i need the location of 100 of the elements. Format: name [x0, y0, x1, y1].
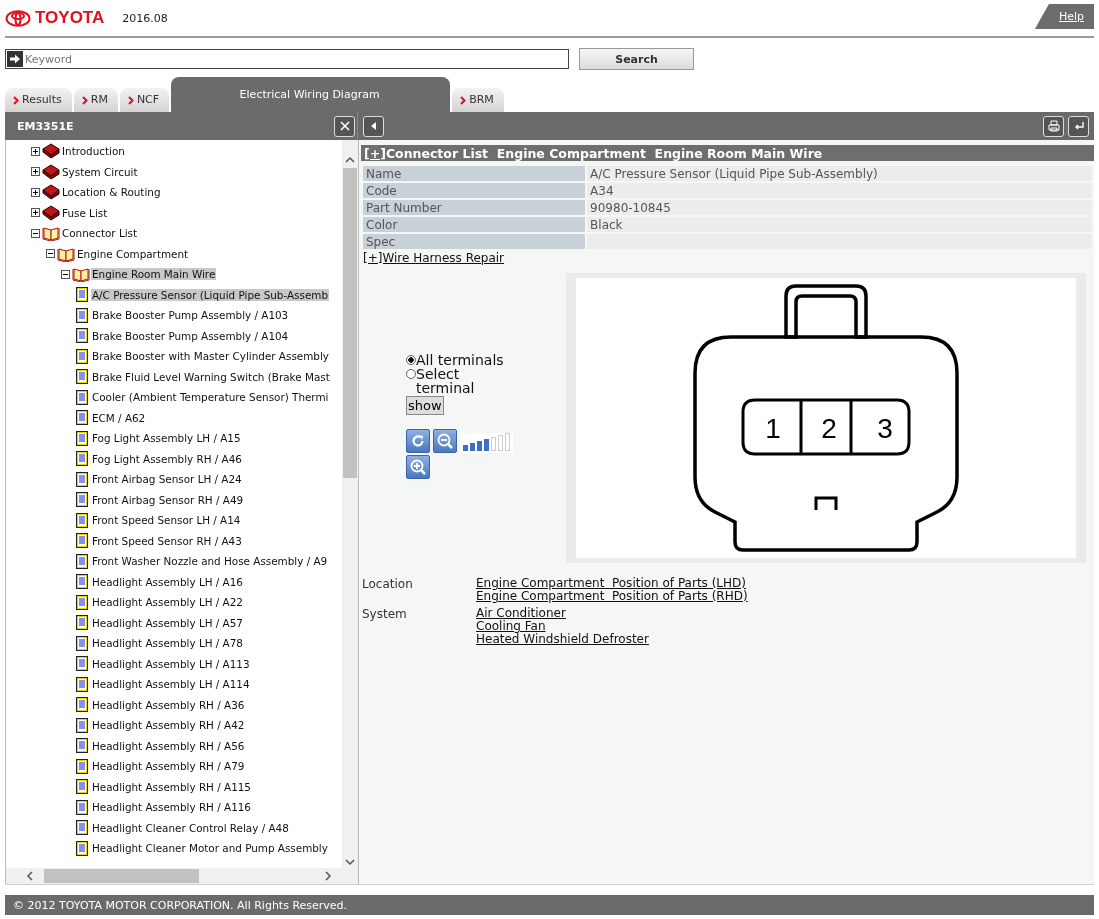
arrow-icon — [7, 51, 23, 67]
document-icon — [76, 533, 88, 549]
zoom-out-icon — [436, 432, 454, 450]
tab[interactable]: BRM — [452, 88, 504, 112]
tree-item[interactable]: Brake Booster Pump Assembly / A103 — [91, 309, 290, 322]
tree-item[interactable]: Headlight Assembly LH / A114 — [91, 678, 251, 691]
tree-item[interactable]: Headlight Cleaner Control Relay / A48 — [91, 821, 290, 834]
terminal-radio[interactable]: All terminals — [406, 353, 516, 367]
tree-item[interactable]: Fog Light Assembly RH / A46 — [91, 452, 243, 465]
tree-item[interactable]: Introduction — [61, 145, 126, 158]
tree-item[interactable]: Headlight Cleaner Motor and Pump Assembly — [91, 842, 329, 855]
tab[interactable]: RM — [73, 88, 118, 112]
expand-toggle-icon[interactable] — [46, 249, 57, 259]
tree-item[interactable]: Headlight Assembly LH / A22 — [91, 596, 244, 609]
document-icon — [76, 840, 88, 856]
expand-toggle-icon[interactable] — [31, 187, 42, 197]
tree-item[interactable]: Front Washer Nozzle and Hose Assembly / A9 — [91, 555, 329, 568]
horizontal-scrollbar[interactable] — [6, 868, 358, 884]
tree-item[interactable]: Headlight Assembly RH / A56 — [91, 739, 246, 752]
expand-toggle-icon[interactable] — [31, 146, 42, 156]
tree-item[interactable]: Headlight Assembly RH / A42 — [91, 719, 246, 732]
print-button[interactable] — [1043, 115, 1064, 137]
property-value: A34 — [587, 183, 1092, 198]
document-icon — [76, 451, 88, 467]
pin-number: 3 — [877, 413, 893, 444]
scroll-left-icon[interactable] — [26, 870, 34, 882]
scroll-right-icon[interactable] — [324, 870, 332, 882]
reference-link[interactable]: Engine Compartment Position of Parts (LHD) — [476, 577, 748, 590]
tree-item[interactable]: Front Speed Sensor RH / A43 — [91, 534, 243, 547]
document-icon — [76, 471, 88, 487]
tab[interactable]: NCF — [119, 88, 170, 112]
rotate-button[interactable] — [406, 429, 430, 453]
tree-item[interactable]: Headlight Assembly LH / A113 — [91, 657, 251, 670]
reference-link[interactable]: Engine Compartment Position of Parts (RHD) — [476, 590, 748, 603]
tree-item[interactable]: Headlight Assembly LH / A57 — [91, 616, 244, 629]
reference-link[interactable]: Heated Windshield Defroster — [476, 633, 649, 646]
tree-item[interactable]: Brake Fluid Level Warning Switch (Brake Mast — [91, 370, 331, 383]
collapse-button[interactable] — [363, 115, 384, 137]
document-icon — [76, 656, 88, 672]
expand-toggle-icon[interactable] — [61, 269, 72, 279]
help-link[interactable]: Help — [1034, 4, 1094, 29]
tree-item[interactable]: Headlight Assembly LH / A16 — [91, 575, 244, 588]
close-button[interactable] — [334, 115, 355, 137]
zoom-out-button[interactable] — [433, 429, 457, 453]
terminal-radio[interactable]: Select terminal — [406, 367, 516, 395]
toyota-logo-icon — [5, 9, 31, 27]
vertical-scrollbar[interactable] — [342, 140, 358, 868]
property-label: Color — [363, 217, 586, 232]
tree-item[interactable]: Headlight Assembly LH / A78 — [91, 637, 244, 650]
tree-item[interactable]: Headlight Assembly RH / A79 — [91, 760, 246, 773]
reference-link[interactable]: Air Conditioner — [476, 607, 649, 620]
zoom-in-button[interactable] — [406, 455, 430, 479]
wire-harness-repair-link[interactable]: [+]Wire Harness Repair — [363, 251, 505, 265]
return-button[interactable] — [1068, 115, 1089, 137]
expand-toggle-icon[interactable] — [31, 228, 42, 238]
reference-link[interactable]: Cooling Fan — [476, 620, 649, 633]
tree-item[interactable]: ECM / A62 — [91, 411, 147, 424]
tab[interactable]: Results — [5, 88, 72, 112]
property-label: Spec — [363, 234, 586, 249]
tree-item[interactable]: Fog Light Assembly LH / A15 — [91, 432, 242, 445]
tab[interactable]: Electrical Wiring Diagram — [171, 77, 451, 112]
tree-item[interactable]: Brake Booster Pump Assembly / A104 — [91, 329, 290, 342]
tree-item[interactable]: Brake Booster with Master Cylinder Assembly — [91, 350, 330, 363]
document-icon — [76, 574, 88, 590]
link-group-label: Location — [361, 577, 414, 593]
document-icon — [76, 635, 88, 651]
scroll-down-icon[interactable] — [344, 858, 356, 866]
property-value: Black — [587, 217, 1092, 232]
closed-book-icon — [42, 143, 60, 160]
panel-title: EM3351E — [17, 119, 75, 133]
tree-item[interactable]: Fuse List — [61, 206, 109, 219]
tree-item[interactable]: Engine Compartment — [76, 247, 190, 260]
tree-item[interactable]: Headlight Assembly RH / A36 — [91, 698, 246, 711]
tree-item[interactable]: Front Airbag Sensor LH / A24 — [91, 473, 243, 486]
tree-item[interactable]: System Circuit — [61, 165, 139, 178]
search-button[interactable]: Search — [579, 48, 694, 70]
brand-logo: TOYOTA — [35, 8, 105, 28]
document-icon — [76, 492, 88, 508]
tree-item[interactable]: Headlight Assembly RH / A115 — [91, 780, 252, 793]
expand-link[interactable]: [+] — [364, 145, 386, 161]
zoom-in-icon — [409, 458, 427, 476]
tree-item[interactable]: Front Speed Sensor LH / A14 — [91, 514, 242, 527]
tree-item[interactable]: Cooler (Ambient Temperature Sensor) Thermi — [91, 391, 330, 404]
document-icon — [76, 389, 88, 405]
open-book-icon — [57, 245, 75, 262]
property-label: Name — [363, 166, 586, 181]
tree-item[interactable]: Headlight Assembly RH / A116 — [91, 801, 252, 814]
tree-item[interactable]: Front Airbag Sensor RH / A49 — [91, 493, 245, 506]
tree-item[interactable]: Connector List — [61, 227, 139, 240]
scroll-up-icon[interactable] — [344, 156, 356, 164]
tree-item[interactable]: A/C Pressure Sensor (Liquid Pipe Sub-Assemb — [91, 288, 329, 301]
copyright-text: © 2012 TOYOTA MOTOR CORPORATION. All Rights Reserved. — [13, 898, 348, 912]
document-icon — [76, 348, 88, 364]
tree-item[interactable]: Engine Room Main Wire — [91, 268, 217, 281]
tree-item[interactable]: Location & Routing — [61, 186, 162, 199]
search-field[interactable]: Keyword — [5, 49, 569, 69]
expand-toggle-icon[interactable] — [31, 208, 42, 218]
expand-toggle-icon[interactable] — [31, 167, 42, 177]
closed-book-icon — [42, 204, 60, 221]
show-button[interactable]: show — [406, 396, 444, 415]
